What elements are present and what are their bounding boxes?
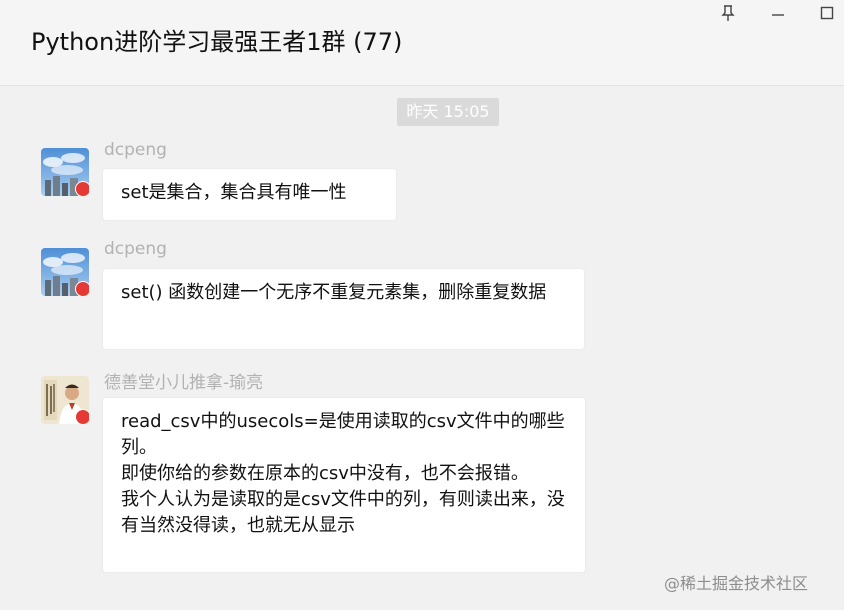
sender-avatar[interactable] bbox=[41, 248, 89, 296]
chat-title: Python进阶学习最强王者1群 (77) bbox=[31, 28, 403, 56]
pin-button[interactable] bbox=[715, 2, 741, 24]
flag-badge-icon bbox=[75, 181, 89, 196]
watermark: @稀土掘金技术社区 bbox=[664, 574, 809, 593]
maximize-icon bbox=[820, 6, 834, 20]
message-bubble[interactable]: read_csv中的usecols=是使用读取的csv文件中的哪些列。 即使你给… bbox=[102, 397, 586, 573]
chat-title-bar: Python进阶学习最强王者1群 (77) bbox=[0, 0, 844, 86]
minimize-button[interactable] bbox=[765, 2, 791, 24]
pin-icon bbox=[721, 5, 735, 21]
message-bubble[interactable]: set() 函数创建一个无序不重复元素集，删除重复数据 bbox=[102, 268, 585, 350]
sender-name: dcpeng bbox=[104, 140, 167, 160]
sender-avatar[interactable] bbox=[41, 376, 89, 424]
maximize-button[interactable] bbox=[814, 2, 840, 24]
sender-avatar[interactable] bbox=[41, 148, 89, 196]
message-timestamp: 昨天 15:05 bbox=[397, 98, 499, 126]
sender-name: 德善堂小儿推拿-瑜亮 bbox=[104, 373, 264, 393]
flag-badge-icon bbox=[75, 409, 89, 424]
message-bubble[interactable]: set是集合，集合具有唯一性 bbox=[102, 168, 397, 221]
sender-name: dcpeng bbox=[104, 239, 167, 259]
minimize-icon bbox=[772, 14, 784, 16]
flag-badge-icon bbox=[75, 281, 89, 296]
message-list[interactable]: 昨天 15:05 dcpeng set是集合，集合具有唯一性 dcpeng se… bbox=[0, 86, 844, 610]
